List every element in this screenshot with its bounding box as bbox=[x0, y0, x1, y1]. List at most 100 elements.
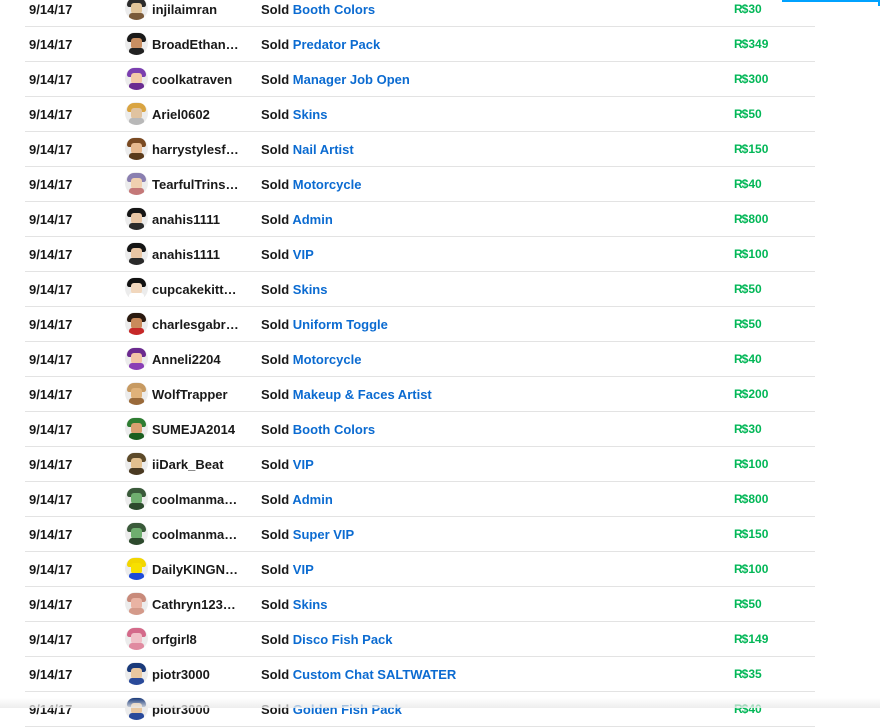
item-link[interactable]: Skins bbox=[293, 597, 328, 612]
user-avatar[interactable] bbox=[125, 0, 148, 20]
item-link[interactable]: Booth Colors bbox=[293, 2, 375, 17]
username-link[interactable]: TearfulTrins… bbox=[152, 167, 238, 202]
user-avatar[interactable] bbox=[125, 487, 148, 510]
avatar-body bbox=[129, 503, 144, 510]
avatar-body bbox=[129, 433, 144, 440]
username-link[interactable]: coolmanma… bbox=[152, 482, 237, 517]
user-avatar[interactable] bbox=[125, 592, 148, 615]
robux-icon: R$ bbox=[734, 632, 748, 646]
action-label: Sold bbox=[261, 282, 290, 297]
item-link[interactable]: Makeup & Faces Artist bbox=[293, 387, 432, 402]
username-link[interactable]: Cathryn123… bbox=[152, 587, 236, 622]
user-avatar[interactable] bbox=[125, 557, 148, 580]
username-link[interactable]: harrystylesf… bbox=[152, 132, 239, 167]
transaction-description: Sold Predator Pack bbox=[261, 27, 380, 62]
user-avatar[interactable] bbox=[125, 417, 148, 440]
amount-value: 100 bbox=[748, 247, 769, 261]
username-link[interactable]: injilaimran bbox=[152, 0, 217, 27]
username-link[interactable]: anahis1111 bbox=[152, 202, 220, 237]
user-avatar[interactable] bbox=[125, 172, 148, 195]
item-link[interactable]: Skins bbox=[293, 282, 328, 297]
user-avatar[interactable] bbox=[125, 137, 148, 160]
item-link[interactable]: Skins bbox=[293, 107, 328, 122]
robux-icon: R$ bbox=[734, 72, 748, 86]
robux-icon: R$ bbox=[734, 492, 748, 506]
item-link[interactable]: VIP bbox=[293, 457, 314, 472]
avatar-body bbox=[129, 678, 144, 685]
user-avatar[interactable] bbox=[125, 207, 148, 230]
item-link[interactable]: VIP bbox=[293, 247, 314, 262]
action-label: Sold bbox=[261, 492, 290, 507]
item-link[interactable]: Motorcycle bbox=[293, 352, 362, 367]
robux-icon: R$ bbox=[734, 457, 748, 471]
user-avatar[interactable] bbox=[125, 627, 148, 650]
username-link[interactable]: coolmanma… bbox=[152, 517, 237, 552]
user-avatar[interactable] bbox=[125, 382, 148, 405]
username-link[interactable]: cupcakekitt… bbox=[152, 272, 237, 307]
robux-amount: R$349 bbox=[734, 27, 768, 62]
amount-value: 50 bbox=[748, 597, 762, 611]
transaction-date: 9/14/17 bbox=[29, 247, 73, 262]
username-link[interactable]: Ariel0602 bbox=[152, 97, 210, 132]
table-row: 9/14/17 charlesgabr… Sold Uniform Toggle R$… bbox=[25, 307, 815, 342]
robux-amount: R$35 bbox=[734, 657, 762, 692]
item-link[interactable]: Admin bbox=[292, 212, 332, 227]
robux-icon: R$ bbox=[734, 387, 748, 401]
item-link[interactable]: Uniform Toggle bbox=[293, 317, 388, 332]
item-link[interactable]: Booth Colors bbox=[293, 422, 375, 437]
user-avatar[interactable] bbox=[125, 242, 148, 265]
item-link[interactable]: Manager Job Open bbox=[293, 72, 410, 87]
username-link[interactable]: Anneli2204 bbox=[152, 342, 221, 377]
table-row: 9/14/17 coolkatraven Sold Manager Job Open… bbox=[25, 62, 815, 97]
item-link[interactable]: Predator Pack bbox=[293, 37, 380, 52]
username-link[interactable]: orfgirl8 bbox=[152, 622, 197, 657]
amount-value: 200 bbox=[748, 387, 769, 401]
amount-value: 149 bbox=[748, 632, 769, 646]
action-label: Sold bbox=[261, 422, 290, 437]
item-link[interactable]: Super VIP bbox=[293, 527, 354, 542]
robux-icon: R$ bbox=[734, 422, 748, 436]
user-avatar[interactable] bbox=[125, 312, 148, 335]
robux-icon: R$ bbox=[734, 107, 748, 121]
user-avatar[interactable] bbox=[125, 32, 148, 55]
avatar-body bbox=[129, 713, 144, 720]
user-avatar[interactable] bbox=[125, 347, 148, 370]
user-avatar[interactable] bbox=[125, 102, 148, 125]
avatar-body bbox=[129, 13, 144, 20]
amount-value: 800 bbox=[748, 212, 769, 226]
user-avatar[interactable] bbox=[125, 522, 148, 545]
username-link[interactable]: anahis1111 bbox=[152, 237, 220, 272]
user-avatar[interactable] bbox=[125, 67, 148, 90]
item-link[interactable]: Admin bbox=[292, 492, 332, 507]
item-link[interactable]: Custom Chat SALTWATER bbox=[293, 667, 456, 682]
username-link[interactable]: piotr3000 bbox=[152, 657, 210, 692]
table-row: 9/14/17 TearfulTrins… Sold Motorcycle R$40 bbox=[25, 167, 815, 202]
user-avatar[interactable] bbox=[125, 452, 148, 475]
username-link[interactable]: DailyKINGN… bbox=[152, 552, 238, 587]
robux-icon: R$ bbox=[734, 527, 748, 541]
item-link[interactable]: Disco Fish Pack bbox=[293, 632, 393, 647]
item-link[interactable]: VIP bbox=[293, 562, 314, 577]
table-row: 9/14/17 Ariel0602 Sold Skins R$50 bbox=[25, 97, 815, 132]
table-row: 9/14/17 cupcakekitt… Sold Skins R$50 bbox=[25, 272, 815, 307]
amount-value: 50 bbox=[748, 107, 762, 121]
username-link[interactable]: BroadEthan… bbox=[152, 27, 239, 62]
username-link[interactable]: coolkatraven bbox=[152, 62, 232, 97]
transaction-date: 9/14/17 bbox=[29, 177, 73, 192]
robux-icon: R$ bbox=[734, 247, 748, 261]
transaction-description: Sold Booth Colors bbox=[261, 412, 375, 447]
item-link[interactable]: Motorcycle bbox=[293, 177, 362, 192]
user-avatar[interactable] bbox=[125, 662, 148, 685]
transaction-description: Sold Disco Fish Pack bbox=[261, 622, 393, 657]
avatar-body bbox=[129, 293, 144, 300]
username-link[interactable]: iiDark_Beat bbox=[152, 447, 224, 482]
username-link[interactable]: WolfTrapper bbox=[152, 377, 228, 412]
username-link[interactable]: SUMEJA2014 bbox=[152, 412, 235, 447]
action-label: Sold bbox=[261, 247, 290, 262]
username-link[interactable]: charlesgabr… bbox=[152, 307, 239, 342]
robux-amount: R$100 bbox=[734, 447, 768, 482]
robux-amount: R$100 bbox=[734, 552, 768, 587]
item-link[interactable]: Nail Artist bbox=[293, 142, 354, 157]
avatar-body bbox=[129, 48, 144, 55]
user-avatar[interactable] bbox=[125, 277, 148, 300]
